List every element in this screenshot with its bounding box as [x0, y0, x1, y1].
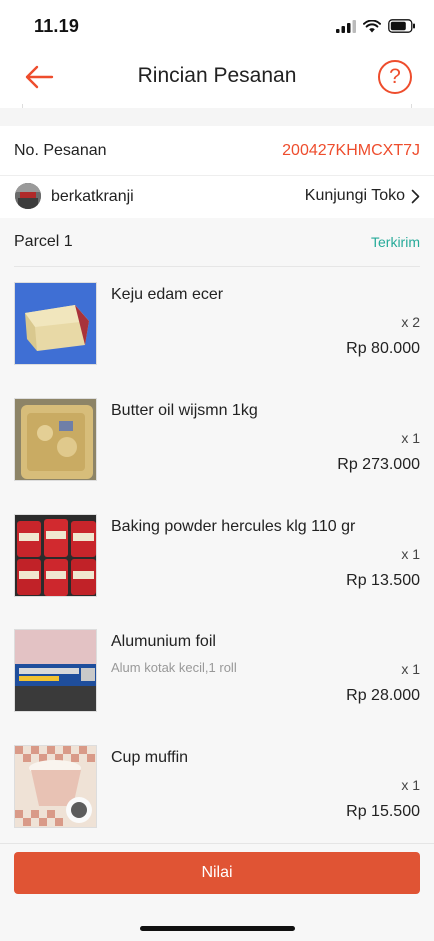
product-quantity: x 2 — [401, 314, 420, 330]
order-number-row: No. Pesanan 200427KHMCXT7J — [0, 126, 434, 176]
product-quantity: x 1 — [401, 661, 420, 677]
nav-bar: Rincian Pesanan ? — [0, 50, 434, 104]
visit-store-label: Kunjungi Toko — [304, 187, 405, 204]
question-mark-icon: ? — [389, 65, 401, 88]
product-price: Rp 273.000 — [337, 456, 420, 473]
product-thumbnail — [14, 629, 97, 712]
parcel-header: Parcel 1 Terkirim — [14, 218, 420, 267]
status-time: 11.19 — [34, 16, 80, 36]
product-thumbnail — [14, 514, 97, 597]
product-name: Cup muffin — [111, 749, 189, 766]
product-quantity: x 1 — [401, 777, 420, 793]
list-item[interactable]: Butter oil wijsmn 1kg x 1 Rp 273.000 — [0, 398, 434, 514]
shop-avatar-image — [15, 183, 41, 209]
home-indicator[interactable] — [140, 926, 295, 931]
help-button[interactable]: ? — [378, 60, 412, 94]
chevron-right-icon — [411, 189, 420, 203]
order-number-label: No. Pesanan — [14, 142, 107, 159]
divider-strip — [0, 104, 434, 108]
divider — [22, 104, 23, 108]
shop-row[interactable]: berkatkranji Kunjungi Toko — [0, 176, 434, 218]
cheese-image — [15, 283, 96, 364]
product-price: Rp 28.000 — [346, 687, 420, 704]
product-quantity: x 1 — [401, 546, 420, 562]
bottom-action-bar: Nilai — [0, 843, 434, 941]
status-icons — [336, 18, 416, 34]
aluminium-foil-image — [15, 630, 96, 711]
muffin-cups-image — [15, 746, 96, 827]
product-name: Baking powder hercules klg 110 gr — [111, 518, 356, 535]
rate-button[interactable]: Nilai — [14, 852, 420, 894]
page-title: Rincian Pesanan — [137, 64, 297, 87]
wifi-icon — [363, 19, 381, 32]
divider — [411, 104, 412, 108]
parcel-section: Parcel 1 Terkirim Keju edam ecer x 2 Rp … — [0, 218, 434, 843]
butter-oil-image — [15, 399, 96, 480]
product-thumbnail — [14, 282, 97, 365]
status-bar: 11.19 — [0, 0, 434, 50]
product-quantity: x 1 — [401, 430, 420, 446]
shop-name: berkatkranji — [51, 188, 134, 205]
visit-store-link[interactable]: Kunjungi Toko — [305, 187, 420, 205]
product-name: Keju edam ecer — [111, 286, 224, 303]
shop-avatar — [15, 183, 41, 209]
product-price: Rp 13.500 — [346, 572, 420, 589]
product-thumbnail — [14, 398, 97, 481]
cellular-signal-icon — [336, 19, 356, 33]
baking-powder-cans-image — [15, 515, 96, 596]
battery-icon — [388, 19, 415, 33]
product-price: Rp 80.000 — [346, 340, 420, 357]
product-name: Butter oil wijsmn 1kg — [111, 402, 258, 419]
list-item[interactable]: Baking powder hercules klg 110 gr x 1 Rp… — [0, 514, 434, 630]
order-number-value[interactable]: 200427KHMCXT7J — [282, 142, 420, 160]
parcel-title: Parcel 1 — [14, 233, 73, 250]
product-price: Rp 15.500 — [346, 803, 420, 820]
list-item[interactable]: Keju edam ecer x 2 Rp 80.000 — [0, 282, 434, 398]
product-variant: Alum kotak kecil,1 roll — [111, 660, 237, 675]
parcel-status: Terkirim — [371, 234, 420, 250]
product-name: Alumunium foil — [111, 633, 216, 650]
list-item[interactable]: Alumunium foil Alum kotak kecil,1 roll x… — [0, 629, 434, 745]
product-thumbnail — [14, 745, 97, 828]
